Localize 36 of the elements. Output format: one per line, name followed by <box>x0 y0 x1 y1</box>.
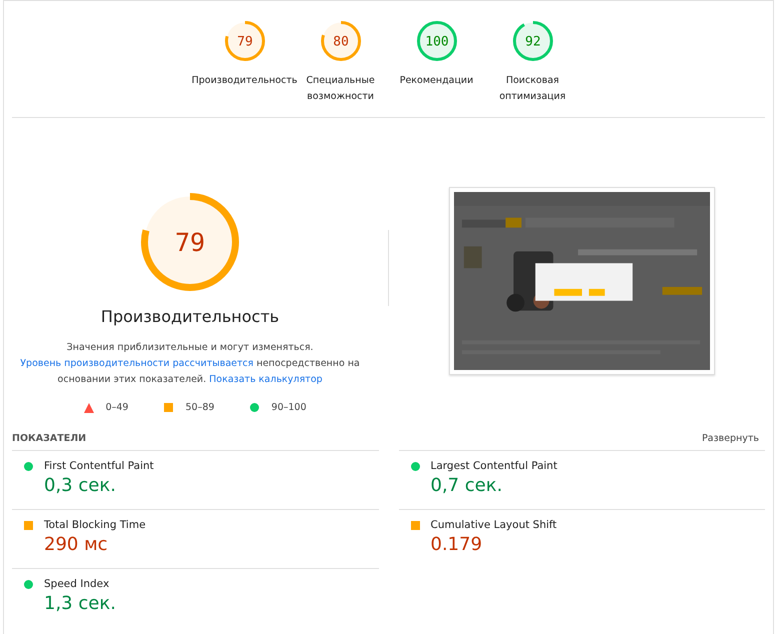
metric-value: 290 мс <box>44 534 109 555</box>
score-gauge: 92 <box>512 21 552 61</box>
category-label[interactable]: Поисковая оптимизация <box>492 73 574 105</box>
metric-name: Total Blocking Time <box>44 519 146 531</box>
metric-value: 0.179 <box>430 534 484 555</box>
expand-button[interactable]: Развернуть <box>696 431 765 446</box>
section-heading: ПОКАЗАТЕЛИ <box>12 433 86 444</box>
metric-name: Speed Index <box>44 578 110 590</box>
circle-icon <box>24 580 33 588</box>
metric-name: Cumulative Layout Shift <box>430 519 557 531</box>
score-gauge: 79 <box>224 21 264 61</box>
legend-range: 0–49 <box>106 402 128 413</box>
square-icon <box>24 520 33 530</box>
link[interactable]: Показать калькулятор <box>209 374 322 385</box>
square-icon <box>164 403 174 412</box>
circle-icon <box>410 462 420 470</box>
link[interactable]: Уровень производительности рассчитывается <box>20 358 254 369</box>
triangle-icon <box>84 402 94 412</box>
category-label[interactable]: Производительность <box>192 73 298 89</box>
score-gauge: 100 <box>416 21 456 61</box>
metric-value: 1,3 сек. <box>44 593 117 614</box>
description-text: Значения приблизительные и могут изменяться. Уровень производительности рассчитывается непосредственно на основании этих показателей. Показать калькулятор <box>20 341 360 387</box>
performance-title: Производительность <box>100 307 280 326</box>
category-label[interactable]: Специальные возможности <box>300 73 382 105</box>
circle-icon <box>24 462 33 470</box>
score-gauge: 79 <box>141 193 239 291</box>
metric-value: 0,7 сек. <box>430 475 504 496</box>
legend-range: 90–100 <box>271 402 306 413</box>
circle-icon <box>250 403 260 412</box>
legend-range: 50–89 <box>185 402 214 413</box>
category-label[interactable]: Рекомендации <box>400 73 474 89</box>
metric-name: Largest Contentful Paint <box>430 460 558 472</box>
metric-name: First Contentful Paint <box>44 460 154 472</box>
square-icon <box>410 520 420 530</box>
score-gauge: 80 <box>320 21 360 61</box>
metric-value: 0,3 сек. <box>44 475 117 496</box>
